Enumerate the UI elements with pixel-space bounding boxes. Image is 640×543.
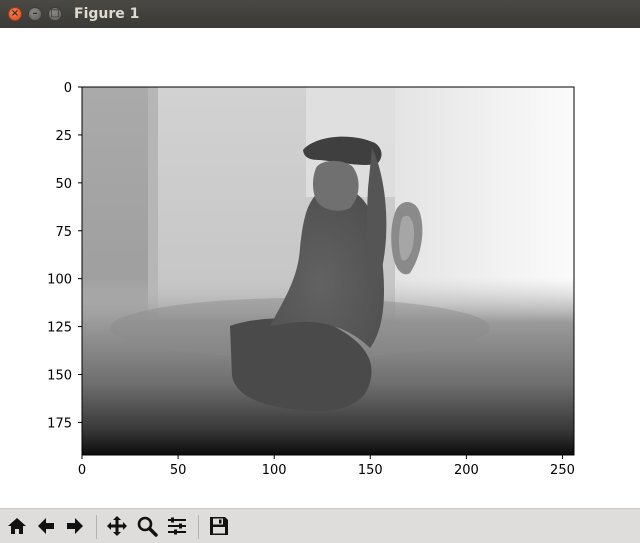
x-tick-label: 150 bbox=[358, 463, 383, 478]
navigation-toolbar bbox=[0, 508, 640, 543]
zoom-button[interactable] bbox=[134, 513, 160, 539]
y-tick-label: 175 bbox=[47, 416, 72, 431]
window-titlebar: × – □ Figure 1 bbox=[0, 0, 640, 28]
x-tick-label: 250 bbox=[550, 463, 575, 478]
x-tick-label: 0 bbox=[78, 463, 86, 478]
arrow-left-icon bbox=[38, 518, 54, 534]
magnifier-icon bbox=[137, 516, 158, 537]
close-window-button[interactable]: × bbox=[8, 7, 22, 21]
home-icon bbox=[8, 518, 26, 534]
toolbar-separator bbox=[198, 515, 199, 539]
floppy-disk-icon bbox=[210, 517, 228, 535]
close-icon: × bbox=[10, 8, 20, 19]
back-button[interactable] bbox=[33, 513, 59, 539]
maximize-icon: □ bbox=[50, 8, 60, 19]
save-button[interactable] bbox=[206, 513, 232, 539]
move-icon bbox=[107, 516, 127, 536]
y-tick-label: 75 bbox=[55, 225, 72, 240]
x-tick-label: 50 bbox=[170, 463, 187, 478]
x-tick-label: 100 bbox=[262, 463, 287, 478]
figure-canvas[interactable]: 0 50 100 150 200 250 0 25 50 75 100 125 150 175 bbox=[0, 28, 640, 508]
home-button[interactable] bbox=[4, 513, 30, 539]
configure-subplots-button[interactable] bbox=[164, 513, 190, 539]
window-title: Figure 1 bbox=[74, 6, 140, 22]
y-tick-label: 150 bbox=[47, 369, 72, 384]
forward-button[interactable] bbox=[62, 513, 88, 539]
sliders-icon bbox=[168, 517, 186, 535]
maximize-window-button[interactable]: □ bbox=[48, 7, 62, 21]
y-tick-label: 25 bbox=[55, 129, 72, 144]
arrow-right-icon bbox=[67, 518, 83, 534]
y-tick-label: 125 bbox=[47, 321, 72, 336]
toolbar-separator bbox=[96, 515, 97, 539]
depth-image-plot: 0 50 100 150 200 250 0 25 50 75 100 125 150 175 bbox=[47, 81, 575, 478]
minimize-window-button[interactable]: – bbox=[28, 7, 42, 21]
y-tick-label: 0 bbox=[64, 81, 72, 96]
pan-button[interactable] bbox=[104, 513, 130, 539]
y-tick-label: 100 bbox=[47, 273, 72, 288]
minimize-icon: – bbox=[32, 8, 38, 19]
x-tick-label: 200 bbox=[454, 463, 479, 478]
x-axis: 0 50 100 150 200 250 bbox=[78, 455, 575, 478]
y-tick-label: 50 bbox=[55, 177, 72, 192]
depth-image bbox=[82, 87, 574, 455]
y-axis: 0 25 50 75 100 125 150 175 bbox=[47, 81, 82, 431]
